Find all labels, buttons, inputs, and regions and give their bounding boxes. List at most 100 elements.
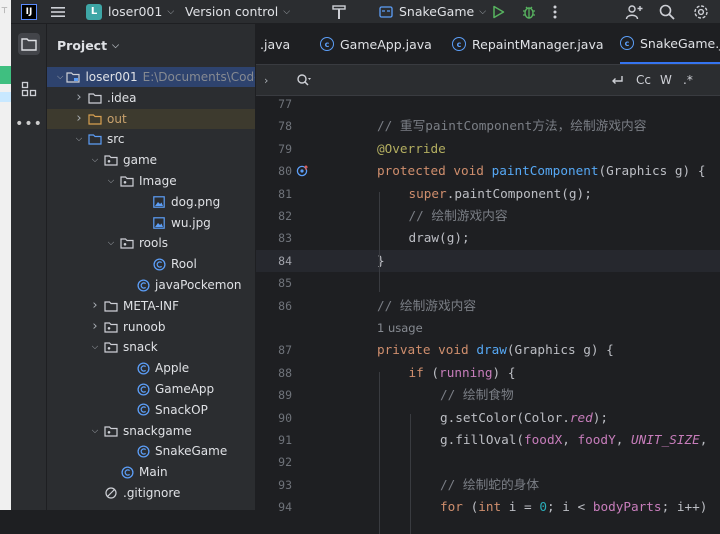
structure-tool-button[interactable] xyxy=(18,78,40,100)
background-window-highlight xyxy=(0,92,11,102)
chevron-down-icon[interactable]: ⌵ xyxy=(57,72,63,82)
tree-item[interactable]: javaPockemon xyxy=(47,275,255,295)
tree-item[interactable]: wu.jpg xyxy=(47,213,255,233)
chevron-down-icon[interactable]: ⌵ xyxy=(89,342,101,352)
tab-scroll-right[interactable]: › xyxy=(264,65,268,95)
usage-hint[interactable]: 1 usage xyxy=(377,317,423,339)
editor-tab[interactable]: c GameApp.java xyxy=(320,24,432,64)
tree-item-label: Apple xyxy=(155,361,190,376)
tree-item-label: .idea xyxy=(107,90,137,105)
settings-button[interactable] xyxy=(693,0,709,23)
code-token: super xyxy=(408,185,447,201)
indent-guide xyxy=(379,192,380,292)
code-token: , xyxy=(615,432,631,447)
class-icon xyxy=(120,466,134,479)
run-button[interactable] xyxy=(491,0,505,23)
tree-item[interactable]: ⌵ rools xyxy=(47,233,255,253)
tree-item[interactable]: ⌵ loser001 E:\Documents\Code xyxy=(47,67,255,87)
line-number: 81 xyxy=(278,186,292,201)
chevron-down-icon: ⌵ xyxy=(112,40,119,51)
regex-toggle[interactable]: .* xyxy=(683,65,693,95)
tree-item-label: META-INF xyxy=(123,298,180,313)
chevron-right-icon[interactable]: › xyxy=(73,111,85,126)
folder-icon xyxy=(104,300,118,312)
tree-item[interactable]: ⌵ Image xyxy=(47,171,255,191)
chevron-right-icon[interactable]: › xyxy=(89,319,101,334)
code-line: @Override xyxy=(377,138,446,160)
chevron-right-icon[interactable]: › xyxy=(73,90,85,105)
tree-item[interactable]: › runoob xyxy=(47,317,255,337)
tree-item[interactable]: ⌵ game xyxy=(47,150,255,170)
code-token: red xyxy=(569,409,593,425)
tree-item[interactable]: Main xyxy=(47,462,255,482)
tree-item-label: snackgame xyxy=(123,423,192,438)
jetbrains-logo-icon: IJ xyxy=(21,3,37,20)
regex-label: .* xyxy=(683,73,693,87)
chevron-down-icon[interactable]: ⌵ xyxy=(105,238,117,248)
chevron-down-icon: ⌵ xyxy=(167,6,175,17)
chevron-down-icon: ⌵ xyxy=(283,6,291,17)
code-with-me-button[interactable] xyxy=(625,0,643,23)
tree-item-label: dog.png xyxy=(171,194,221,209)
project-panel-header[interactable]: Project ⌵ xyxy=(47,24,255,67)
add-user-icon xyxy=(625,4,643,19)
class-icon xyxy=(152,258,166,271)
more-horizontal-icon: ••• xyxy=(15,116,43,132)
override-gutter-icon[interactable] xyxy=(296,164,310,181)
chevron-down-icon[interactable]: ⌵ xyxy=(73,134,85,144)
java-class-icon: c xyxy=(320,37,334,51)
project-tool-button[interactable] xyxy=(18,33,40,55)
tree-item[interactable]: › META-INF xyxy=(47,296,255,316)
tree-item-label: runoob xyxy=(123,319,166,334)
tree-item[interactable]: GameApp xyxy=(47,379,255,399)
build-button[interactable] xyxy=(331,0,347,23)
tree-item[interactable]: ⌵ src xyxy=(47,129,255,149)
tree-item[interactable]: › out xyxy=(47,108,255,129)
editor-tab[interactable]: .java xyxy=(260,24,290,64)
search-everywhere-button[interactable] xyxy=(659,0,675,23)
project-panel: Project ⌵ ⌵ loser001 E:\Documents\Code › .id… xyxy=(47,24,256,510)
run-configuration-selector[interactable]: SnakeGame ⌵ xyxy=(379,0,486,23)
version-control-menu[interactable]: Version control ⌵ xyxy=(185,0,290,23)
tree-item[interactable]: .gitignore xyxy=(47,483,255,503)
indent-guide xyxy=(410,414,411,534)
tree-item[interactable]: ⌵ snackgame xyxy=(47,421,255,441)
chevron-down-icon[interactable]: ⌵ xyxy=(89,426,101,436)
match-case-toggle[interactable]: Cc xyxy=(636,65,651,95)
tree-item[interactable]: SnakeGame xyxy=(47,441,255,461)
tree-item-label: Main xyxy=(139,465,168,480)
code-token: protected void xyxy=(377,163,492,179)
class-icon xyxy=(136,382,150,396)
chevron-down-icon[interactable]: ⌵ xyxy=(89,155,101,165)
folder-icon xyxy=(21,38,37,51)
more-actions-button[interactable] xyxy=(553,0,557,23)
tree-item[interactable]: Apple xyxy=(47,358,255,378)
tree-item[interactable]: ⌵ snack xyxy=(47,337,255,357)
main-menu-button[interactable] xyxy=(51,0,65,23)
project-selector[interactable]: L loser001 ⌵ xyxy=(86,0,174,23)
tree-item[interactable]: › .idea xyxy=(47,88,255,108)
editor-area: .java c GameApp.java c RepaintManager.java c S… xyxy=(256,24,720,534)
tree-item[interactable]: SnackOP xyxy=(47,400,255,420)
code-line: if (running) { xyxy=(409,362,516,384)
ide-logo[interactable]: IJ xyxy=(21,0,37,23)
debug-button[interactable] xyxy=(521,0,537,23)
tree-item[interactable]: Rool xyxy=(47,254,255,274)
whole-words-toggle[interactable]: W xyxy=(660,65,672,95)
code-token: g.fillOval( xyxy=(440,432,525,447)
replace-toggle[interactable] xyxy=(610,65,624,95)
editor-tab[interactable]: c RepaintManager.java xyxy=(452,24,604,64)
version-control-label: Version control xyxy=(185,4,279,19)
find-history-button[interactable] xyxy=(296,65,312,95)
chevron-right-icon[interactable]: › xyxy=(89,298,101,313)
chevron-down-icon[interactable]: ⌵ xyxy=(105,176,117,186)
hamburger-icon xyxy=(51,6,65,17)
tree-item[interactable]: dog.png xyxy=(47,192,255,212)
editor-tab[interactable]: c SnakeGame.java xyxy=(620,24,720,64)
more-tool-windows-button[interactable]: ••• xyxy=(15,113,43,135)
code-token: , xyxy=(699,432,708,447)
code-token: draw(g); xyxy=(408,230,470,246)
undo-arrow-icon xyxy=(612,76,623,84)
line-number: 84 xyxy=(278,253,292,268)
folder-icon xyxy=(88,92,102,104)
